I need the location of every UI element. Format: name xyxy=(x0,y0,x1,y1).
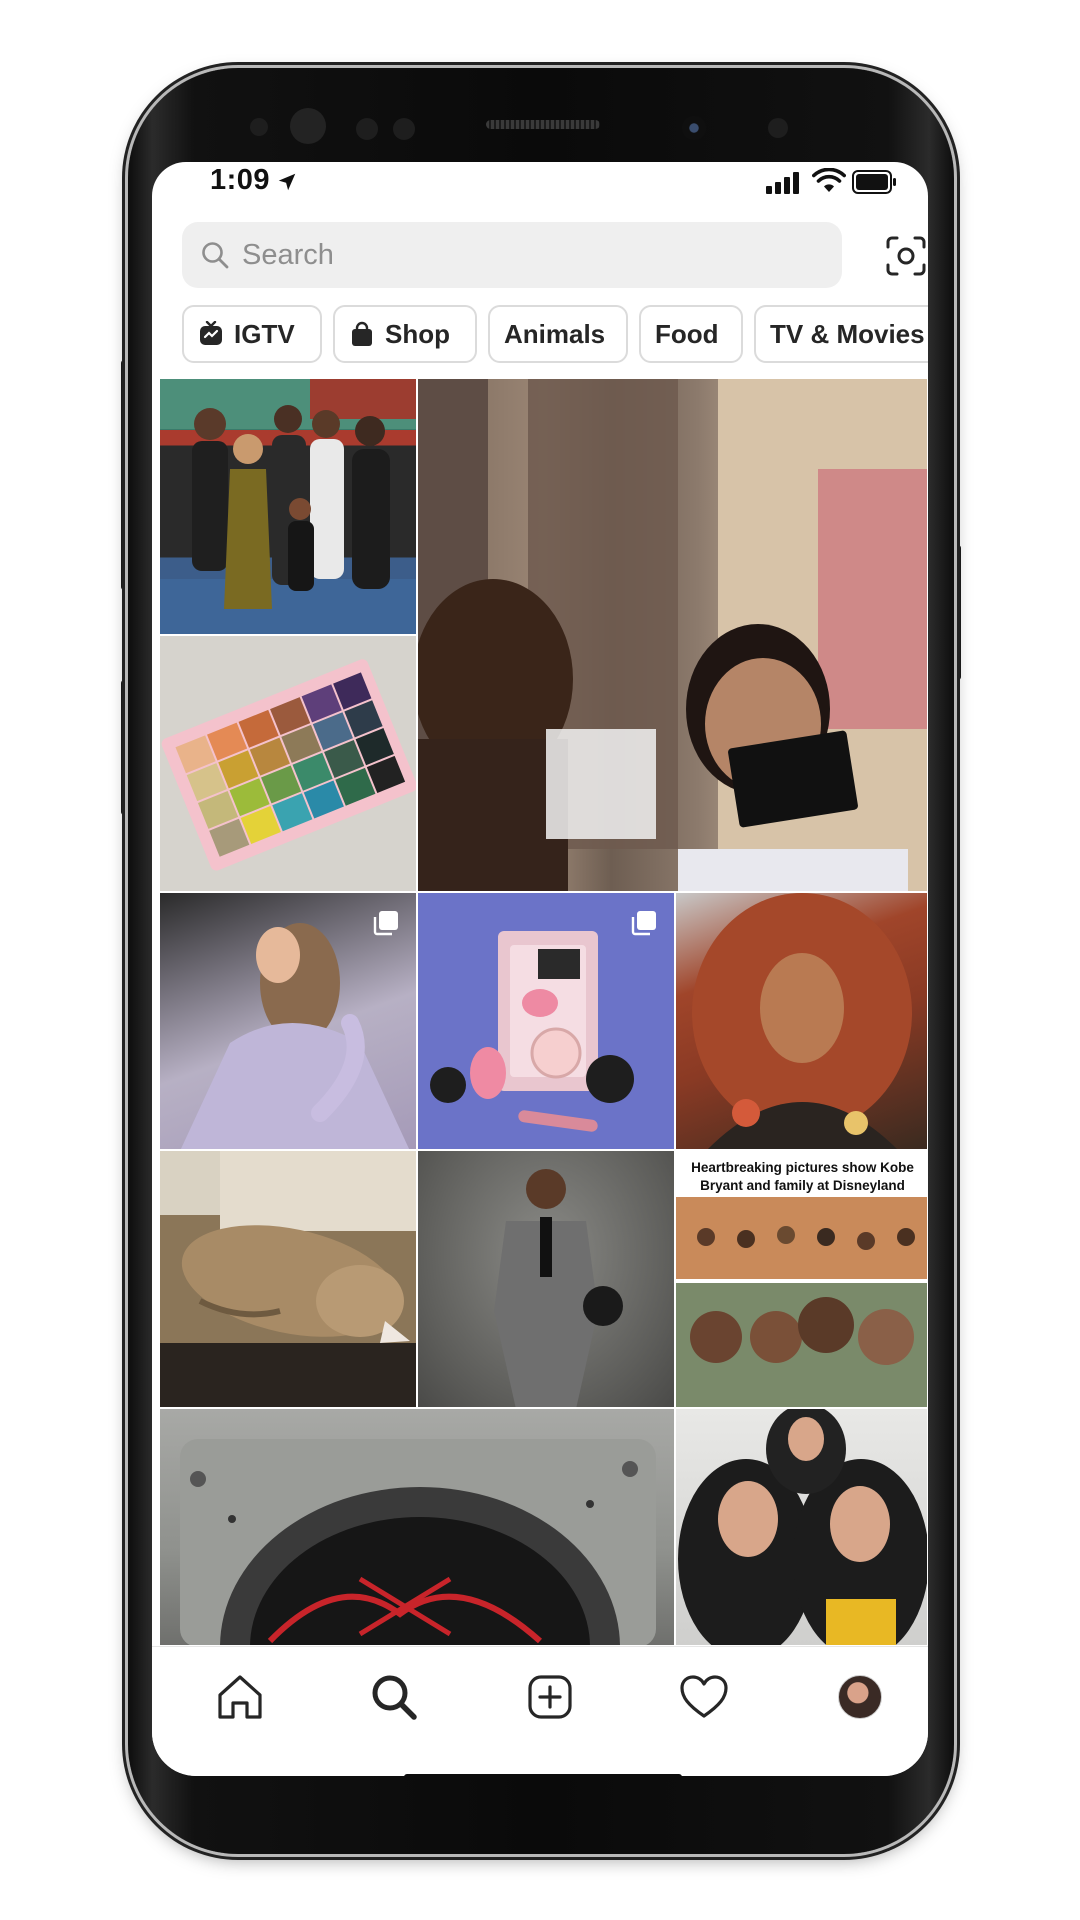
home-indicator xyxy=(404,1774,682,1780)
search-row xyxy=(182,222,928,292)
battery-icon xyxy=(852,170,896,194)
photo-elf-makeup-set[interactable] xyxy=(417,892,675,1150)
photo-gown-portrait[interactable] xyxy=(159,892,417,1150)
sensor xyxy=(393,118,415,140)
chip-label: Animals xyxy=(504,318,606,349)
chip-label: TV & Movies xyxy=(770,318,925,349)
shopping-bag-icon xyxy=(352,321,372,346)
photo-curly-hair-twins[interactable] xyxy=(675,1408,928,1646)
cellular-signal-icon xyxy=(766,172,799,194)
profile-tab[interactable] xyxy=(832,1669,888,1725)
avatar xyxy=(838,1675,882,1719)
status-bar: 1:09 xyxy=(152,162,928,212)
sensor xyxy=(290,108,326,144)
explore-grid: Heartbreaking pictures show Kobe Bryant … xyxy=(159,378,928,1646)
create-icon[interactable] xyxy=(522,1669,578,1725)
search-input[interactable] xyxy=(242,232,822,278)
location-arrow-icon xyxy=(278,173,296,191)
news-headline-text: Heartbreaking pictures show Kobe Bryant … xyxy=(691,1160,914,1193)
search-icon xyxy=(202,242,229,269)
front-camera xyxy=(682,116,706,140)
category-chips: IGTV Shop Animals Food TV & Movies xyxy=(182,305,928,367)
palette-graphic xyxy=(161,659,416,871)
chip-label: Shop xyxy=(385,318,450,349)
video-father-and-child[interactable] xyxy=(417,378,928,892)
portrait-graphic xyxy=(692,893,912,1149)
chip-label: Food xyxy=(655,318,719,349)
photo-group-portrait[interactable] xyxy=(159,378,417,635)
chip-tv-movies[interactable]: TV & Movies xyxy=(754,305,928,363)
earpiece-speaker xyxy=(486,120,600,129)
multiple-posts-icon xyxy=(373,911,398,936)
sensor xyxy=(768,118,788,138)
chip-label: IGTV xyxy=(234,318,295,349)
photo-eyeshadow-palette[interactable] xyxy=(159,635,417,892)
search-bar[interactable] xyxy=(182,222,842,288)
photo-man-with-basketball[interactable] xyxy=(417,1150,675,1408)
photo-sleeping-cat[interactable] xyxy=(159,1150,417,1408)
twins-graphic xyxy=(678,1409,927,1645)
sensor xyxy=(250,118,268,136)
power-button xyxy=(954,545,961,680)
sensor xyxy=(356,118,378,140)
chip-food[interactable]: Food xyxy=(639,305,743,363)
group-figures xyxy=(160,379,416,634)
man-graphic xyxy=(494,1169,623,1407)
home-icon[interactable] xyxy=(212,1669,268,1725)
igtv-icon xyxy=(200,321,222,345)
wifi-icon xyxy=(812,168,846,192)
speaker-graphic xyxy=(180,1439,656,1645)
status-time: 1:09 xyxy=(210,164,271,196)
video-scene xyxy=(418,379,927,891)
scan-button[interactable] xyxy=(885,235,927,277)
chip-animals[interactable]: Animals xyxy=(488,305,628,363)
chip-shop[interactable]: Shop xyxy=(333,305,477,363)
screen: 1:09 Search IGTV Shop Animals Food TV & … xyxy=(152,162,928,1776)
bottom-tab-bar xyxy=(152,1646,928,1776)
volume-down-button xyxy=(121,680,128,815)
multiple-posts-icon xyxy=(631,911,656,936)
cat-graphic xyxy=(181,1151,416,1343)
search-icon[interactable] xyxy=(366,1669,422,1725)
news-photos xyxy=(676,1197,927,1407)
chip-igtv[interactable]: IGTV xyxy=(182,305,322,363)
photo-red-curly-hair-portrait[interactable] xyxy=(675,892,928,1150)
video-speaker-closeup[interactable] xyxy=(159,1408,675,1646)
volume-up-button xyxy=(121,360,128,590)
heart-icon[interactable] xyxy=(676,1669,732,1725)
photo-news-headline[interactable]: Heartbreaking pictures show Kobe Bryant … xyxy=(675,1150,928,1408)
